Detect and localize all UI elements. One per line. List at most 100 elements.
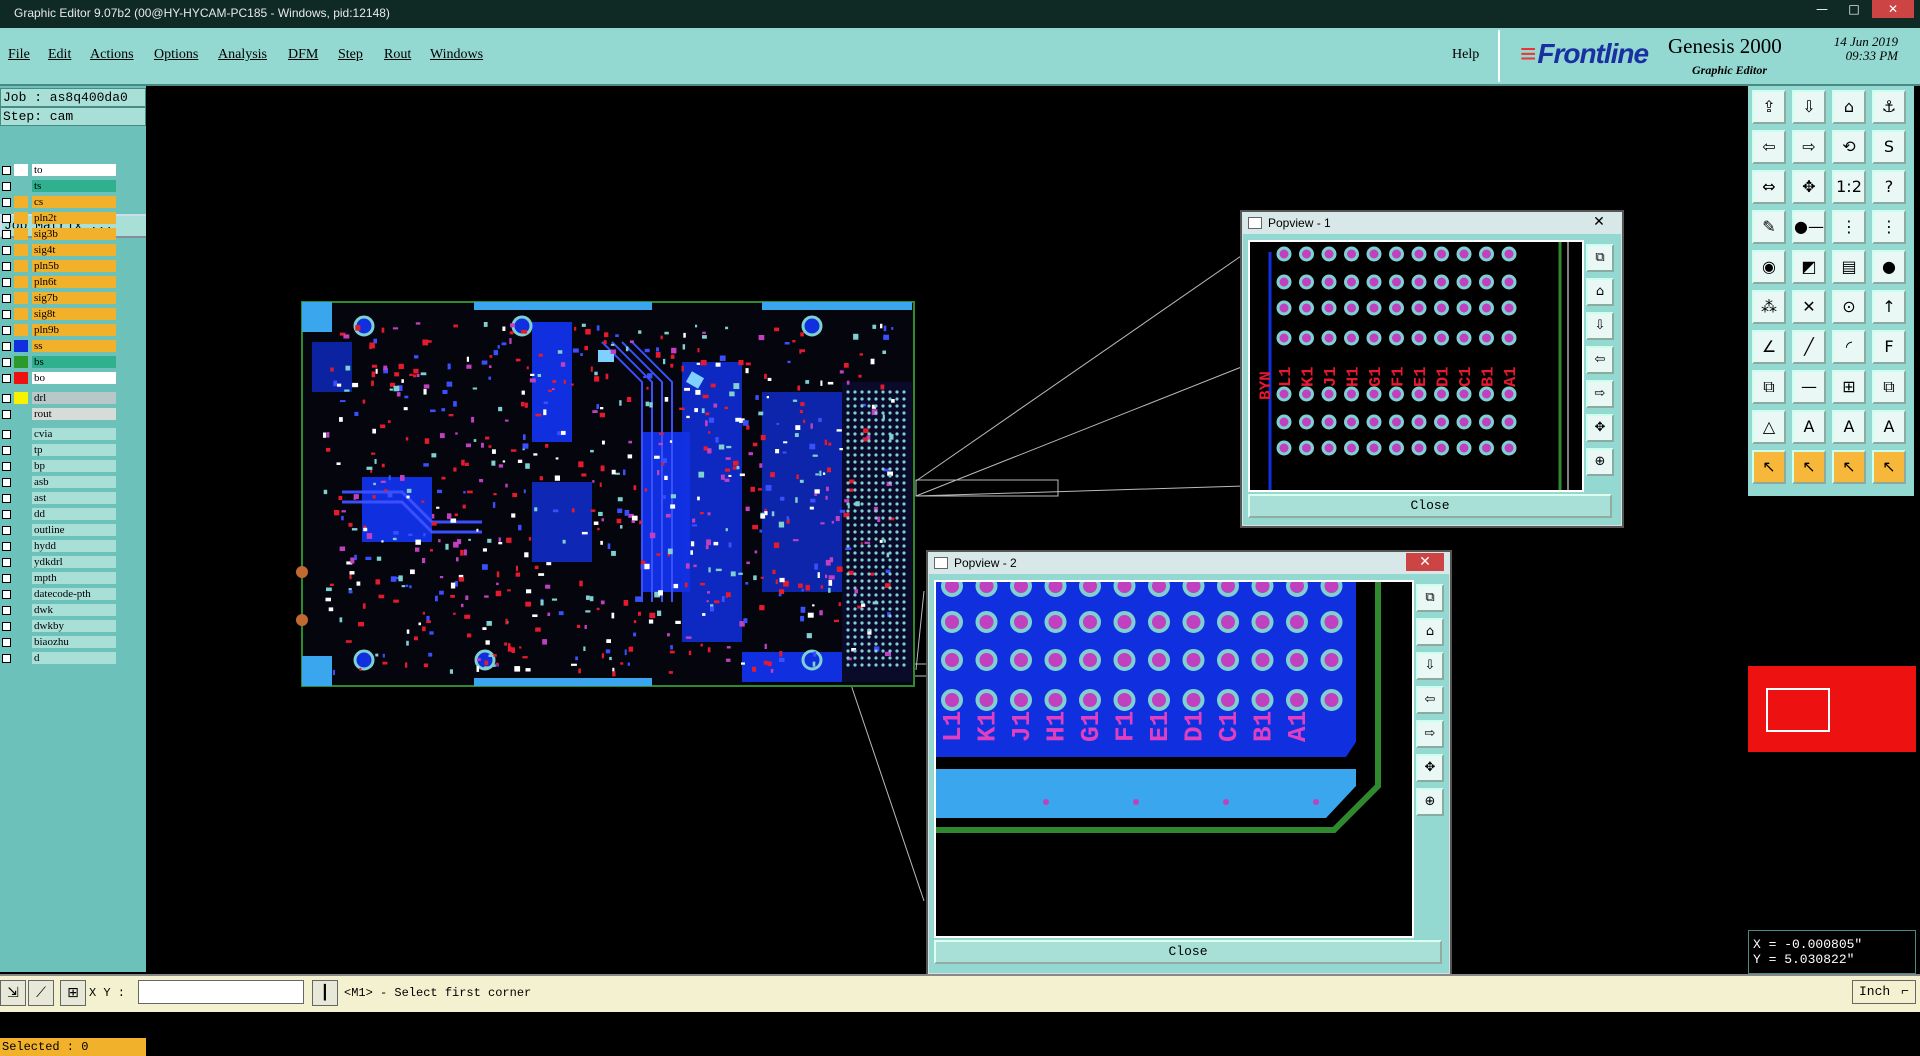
layer-name[interactable]: pln5b	[32, 260, 116, 272]
layer-color-swatch[interactable]	[14, 392, 28, 404]
layer-name[interactable]: asb	[32, 476, 116, 488]
scale-1to2-icon[interactable]: 1:2	[1832, 170, 1866, 204]
layer-checkbox[interactable]	[2, 478, 11, 487]
status-info-icon[interactable]: ┃	[312, 980, 338, 1006]
layer-row[interactable]: tp	[0, 444, 116, 457]
layer-color-swatch[interactable]	[14, 572, 28, 584]
pv1-fit-icon[interactable]: ✥	[1586, 414, 1614, 442]
menu-help[interactable]: Help	[1452, 47, 1479, 63]
layer-row[interactable]: ts	[0, 180, 116, 193]
copy-icon[interactable]: ⧉	[1872, 370, 1906, 404]
navigator-viewport[interactable]	[1766, 688, 1830, 732]
triangle-a-icon[interactable]: A	[1792, 410, 1826, 444]
layer-name[interactable]: pln2t	[32, 212, 116, 224]
layer-checkbox[interactable]	[2, 230, 11, 239]
layer-checkbox[interactable]	[2, 606, 11, 615]
layer-row[interactable]: ss	[0, 340, 116, 353]
layer-row[interactable]: cs	[0, 196, 116, 209]
status-grid-icon[interactable]: ⊞	[60, 980, 86, 1006]
layer-row[interactable]: pln9b	[0, 324, 116, 337]
layer-checkbox[interactable]	[2, 654, 11, 663]
layer-row[interactable]: cvia	[0, 428, 116, 441]
zoom-fit-icon[interactable]: ⇩	[1792, 90, 1826, 124]
layer-checkbox[interactable]	[2, 182, 11, 191]
popview-1-canvas[interactable]: L1 K1 J1 H1 G1 F1 E1 D1 C1 B1 A1 BYN	[1248, 240, 1584, 492]
circle-pad-icon[interactable]: ◉	[1752, 250, 1786, 284]
rect-pad-icon[interactable]: ◩	[1792, 250, 1826, 284]
popview-2-close-icon[interactable]: ✕	[1406, 553, 1444, 571]
layer-diff-icon[interactable]: ⋮	[1872, 210, 1906, 244]
layer-checkbox[interactable]	[2, 278, 11, 287]
fit-width-icon[interactable]: ⇔	[1752, 170, 1786, 204]
layer-name[interactable]: to	[32, 164, 116, 176]
pv2-home-icon[interactable]: ⌂	[1416, 618, 1444, 646]
rotate-icon[interactable]: ⟲	[1832, 130, 1866, 164]
layer-name[interactable]: biaozhu	[32, 636, 116, 648]
menu-actions[interactable]: Actions	[90, 47, 134, 63]
triangle-b-icon[interactable]: A	[1832, 410, 1866, 444]
layer-row[interactable]: to	[0, 164, 116, 177]
layer-row[interactable]: dd	[0, 508, 116, 521]
arrow-up-icon[interactable]: ↑	[1872, 290, 1906, 324]
layer-checkbox[interactable]	[2, 622, 11, 631]
layer-name[interactable]: outline	[32, 524, 116, 536]
layer-checkbox[interactable]	[2, 510, 11, 519]
layer-name[interactable]: ast	[32, 492, 116, 504]
layer-color-swatch[interactable]	[14, 308, 28, 320]
popview-2-close-button[interactable]: Close	[934, 940, 1442, 964]
layer-name[interactable]: ss	[32, 340, 116, 352]
layer-checkbox[interactable]	[2, 394, 11, 403]
layer-row[interactable]: outline	[0, 524, 116, 537]
script-icon[interactable]: ✎	[1752, 210, 1786, 244]
pv1-home-icon[interactable]: ⌂	[1586, 278, 1614, 306]
layer-row[interactable]: ast	[0, 492, 116, 505]
layer-color-swatch[interactable]	[14, 508, 28, 520]
cross-icon[interactable]: ✕	[1792, 290, 1826, 324]
layer-color-swatch[interactable]	[14, 212, 28, 224]
layer-color-swatch[interactable]	[14, 292, 28, 304]
layer-name[interactable]: sig3b	[32, 228, 116, 240]
xy-input[interactable]	[138, 980, 304, 1004]
layer-name[interactable]: bp	[32, 460, 116, 472]
layer-name[interactable]: tp	[32, 444, 116, 456]
layer-color-swatch[interactable]	[14, 372, 28, 384]
layer-color-swatch[interactable]	[14, 476, 28, 488]
select-multi-icon[interactable]: ↖	[1872, 450, 1906, 484]
menu-file[interactable]: File	[8, 47, 30, 63]
measure-icon[interactable]: ⊞	[1832, 370, 1866, 404]
layer-name[interactable]: bo	[32, 372, 116, 384]
layer-row[interactable]: sig4t	[0, 244, 116, 257]
pv1-pan-icon[interactable]: ⊕	[1586, 448, 1614, 476]
triangle-icon[interactable]: △	[1752, 410, 1786, 444]
layer-color-swatch[interactable]	[14, 324, 28, 336]
pv2-fit-icon[interactable]: ✥	[1416, 754, 1444, 782]
layer-row[interactable]: pln5b	[0, 260, 116, 273]
layer-checkbox[interactable]	[2, 462, 11, 471]
pv2-pan-icon[interactable]: ⊕	[1416, 788, 1444, 816]
layer-checkbox[interactable]	[2, 410, 11, 419]
layer-color-swatch[interactable]	[14, 444, 28, 456]
flip-icon[interactable]: F	[1872, 330, 1906, 364]
select-icon[interactable]: ↖	[1752, 450, 1786, 484]
angle-icon[interactable]: ∠	[1752, 330, 1786, 364]
layer-row[interactable]: d	[0, 652, 116, 665]
layer-name[interactable]: ts	[32, 180, 116, 192]
s-curve-icon[interactable]: S	[1872, 130, 1906, 164]
layer-row[interactable]: bp	[0, 460, 116, 473]
layer-row[interactable]: sig8t	[0, 308, 116, 321]
layer-row[interactable]: datecode-pth	[0, 588, 116, 601]
fit-all-icon[interactable]: ✥	[1792, 170, 1826, 204]
net-icon[interactable]: ⁂	[1752, 290, 1786, 324]
grid-pad-icon[interactable]: ▤	[1832, 250, 1866, 284]
layer-checkbox[interactable]	[2, 574, 11, 583]
pv2-down-icon[interactable]: ⇩	[1416, 652, 1444, 680]
pv1-right-icon[interactable]: ⇨	[1586, 380, 1614, 408]
layer-color-swatch[interactable]	[14, 540, 28, 552]
layer-color-swatch[interactable]	[14, 164, 28, 176]
layer-name[interactable]: mpth	[32, 572, 116, 584]
units-select[interactable]: Inch ⌐	[1852, 980, 1916, 1004]
layer-row[interactable]: bs	[0, 356, 116, 369]
layer-color-swatch[interactable]	[14, 276, 28, 288]
layer-color-swatch[interactable]	[14, 652, 28, 664]
layer-color-swatch[interactable]	[14, 556, 28, 568]
